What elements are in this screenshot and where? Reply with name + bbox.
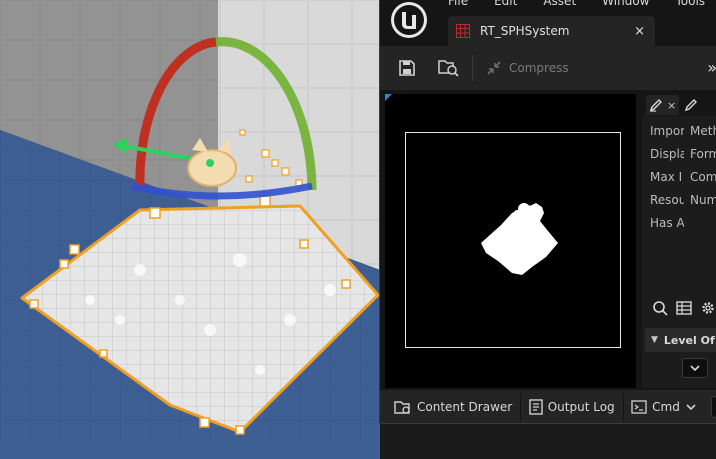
texture-preview[interactable] [385, 94, 636, 388]
details-panel: × Impor Displa Max I Resou Has A Meth [642, 94, 716, 388]
render-target-image [481, 203, 558, 275]
property-label: Displa [650, 147, 684, 161]
output-log-label: Output Log [547, 400, 615, 414]
save-icon [399, 60, 415, 76]
compress-button[interactable]: Compress [485, 59, 569, 77]
details-toolbar [652, 300, 716, 316]
property-label: Num [690, 193, 716, 207]
menu-file[interactable]: File [448, 0, 468, 8]
menu-tools[interactable]: Tools [675, 0, 705, 8]
details-properties: Impor Displa Max I Resou Has A Meth Form… [642, 116, 716, 239]
properties-column-1: Impor Displa Max I Resou Has A [642, 124, 684, 239]
compress-icon [487, 61, 501, 75]
lod-section-label: Level Of [663, 333, 715, 347]
status-bar: Content Drawer Output Log Cmd [380, 390, 716, 423]
close-icon[interactable]: × [634, 24, 645, 39]
search-icon[interactable] [652, 300, 668, 316]
cmd-label: Cmd [652, 400, 680, 414]
property-label: Form [690, 147, 716, 161]
details-tab-bar: × [642, 94, 716, 116]
texture-preview-frame [405, 132, 621, 348]
edit-pencil-icon [685, 99, 698, 112]
lod-section-header[interactable]: ▼ Level Of [645, 328, 716, 352]
browse-asset-button[interactable] [432, 51, 466, 85]
settings-gear-icon[interactable] [700, 300, 716, 316]
menu-window[interactable]: Window [602, 0, 649, 8]
property-label: Max I [650, 170, 683, 184]
toolbar-separator [472, 55, 473, 81]
output-log-button[interactable]: Output Log [521, 392, 623, 422]
menu-bar: File Edit Asset Window Tools [448, 0, 705, 8]
content-drawer-icon [394, 401, 410, 414]
cmd-console-icon [631, 400, 647, 414]
property-label: Has A [650, 216, 684, 230]
property-label: Com [690, 170, 716, 184]
editor-toolbar: Compress » [380, 46, 716, 90]
panel-focus-marker [385, 94, 392, 101]
unreal-logo-icon[interactable] [386, 0, 432, 40]
content-drawer-label: Content Drawer [417, 400, 513, 414]
content-drawer-button[interactable]: Content Drawer [386, 392, 520, 422]
property-label: Meth [690, 124, 716, 138]
details-tab[interactable]: × [646, 95, 680, 115]
asset-tab-title: RT_SPHSystem [480, 24, 570, 38]
texture-editor-window: File Edit Asset Window Tools RT_SPHSyste… [379, 0, 716, 424]
grid-view-icon[interactable] [676, 300, 692, 316]
browse-asset-icon [438, 60, 459, 77]
edit-pencil-icon [649, 99, 662, 112]
texture-asset-icon [456, 24, 470, 38]
lod-dropdown[interactable] [682, 358, 708, 378]
toolbar-overflow-icon[interactable]: » [707, 58, 716, 77]
asset-tab[interactable]: RT_SPHSystem × [448, 16, 655, 46]
console-command-input[interactable] [710, 396, 716, 418]
cmd-button[interactable]: Cmd [623, 392, 705, 422]
output-log-icon [529, 399, 543, 415]
close-icon[interactable]: × [667, 99, 676, 112]
collapse-arrow-icon: ▼ [651, 335, 658, 345]
menu-asset[interactable]: Asset [543, 0, 576, 8]
save-button[interactable] [390, 51, 424, 85]
property-label: Impor [650, 124, 684, 138]
details-tab-2[interactable] [681, 95, 702, 115]
chevron-down-icon [690, 365, 700, 372]
menu-edit[interactable]: Edit [494, 0, 517, 8]
chevron-down-icon [686, 404, 696, 411]
compress-label: Compress [509, 61, 569, 75]
properties-column-2: Meth Form Com Num [684, 124, 716, 239]
property-label: Resou [650, 193, 684, 207]
